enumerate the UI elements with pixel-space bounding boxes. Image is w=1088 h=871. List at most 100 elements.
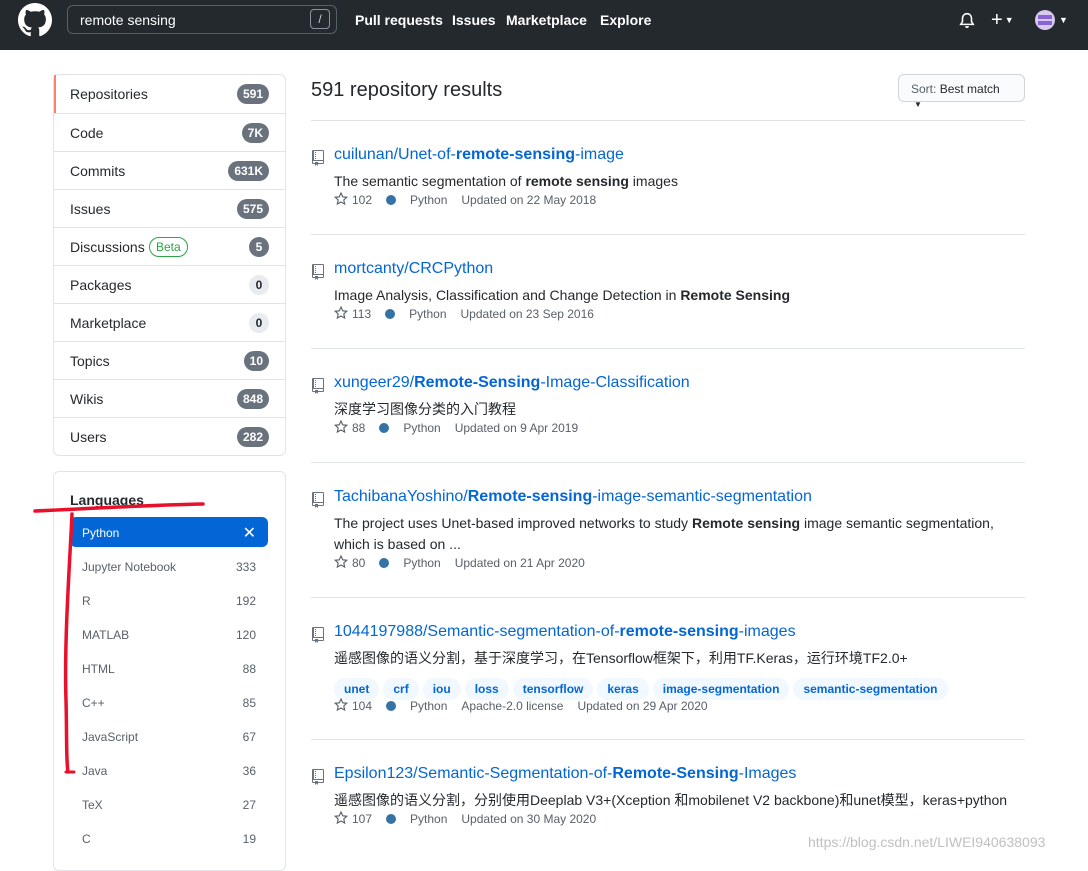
language-filter-matlab[interactable]: MATLAB 120 [70, 619, 268, 649]
count-badge: 10 [243, 351, 269, 371]
stargazers-link[interactable]: 104 [333, 697, 372, 713]
repo-title-part: -Image-Classification [540, 374, 690, 391]
sidebar-item-discussions[interactable]: Discussions Beta 5 [54, 227, 285, 265]
language-name: Python [410, 812, 448, 826]
language-name: Python [409, 307, 447, 321]
sidebar-item-label: Marketplace [70, 315, 147, 331]
star-icon [333, 191, 349, 206]
topic-tag[interactable]: tensorflow [512, 678, 594, 700]
repo-title-link[interactable]: 1044197988/Semantic-segmentation-of-remo… [334, 623, 796, 641]
repo-title-link[interactable]: TachibanaYoshino/Remote-sensing-image-se… [334, 488, 812, 506]
clear-filter-icon[interactable]: ✕ [243, 523, 256, 543]
repo-updated: Updated on 9 Apr 2019 [454, 421, 579, 435]
stargazers-link[interactable]: 102 [333, 191, 372, 207]
stargazers-link[interactable]: 88 [333, 419, 365, 435]
language-color-dot [385, 309, 396, 319]
sidebar-item-marketplace[interactable]: Marketplace 0 [54, 303, 285, 341]
repo-description-part: images [628, 173, 678, 189]
stargazers-link[interactable]: 113 [333, 305, 371, 321]
repo-description: 遥感图像的语义分割，分别使用Deeplab V3+(Xception 和mobi… [334, 790, 1026, 811]
language-filter-c[interactable]: C 19 [70, 823, 268, 853]
sidebar-item-repositories[interactable]: Repositories 591 [54, 75, 285, 113]
topic-tag[interactable]: image-segmentation [652, 678, 790, 700]
user-menu-button[interactable]: ▼ [1034, 9, 1068, 36]
repo-title-part: TachibanaYoshino/ [334, 488, 468, 505]
topic-tag[interactable]: iou [422, 678, 461, 700]
stargazers-link[interactable]: 107 [333, 810, 372, 826]
language-name: HTML [82, 662, 115, 676]
repo-title-link[interactable]: xungeer29/Remote-Sensing-Image-Classific… [334, 374, 690, 392]
divider [311, 597, 1025, 598]
sidebar-item-commits[interactable]: Commits 631K [54, 151, 285, 189]
language-name: Python [403, 556, 441, 570]
language-filter-python[interactable]: Python ✕ [70, 517, 268, 547]
language-filter-java[interactable]: Java 36 [70, 755, 268, 785]
repo-description-part: The semantic segmentation of [334, 173, 526, 189]
language-color-dot [386, 701, 397, 711]
language-color-dot [379, 558, 390, 568]
repo-title-link[interactable]: cuilunan/Unet-of-remote-sensing-image [334, 146, 624, 164]
star-icon [333, 697, 349, 712]
repo-title-part: -image-semantic-segmentation [592, 488, 812, 505]
stargazers-link[interactable]: 80 [333, 554, 365, 570]
language-color-dot [379, 423, 390, 433]
language-count: 333 [235, 560, 256, 574]
sidebar-item-topics[interactable]: Topics 10 [54, 341, 285, 379]
language-filter-html[interactable]: HTML 88 [70, 653, 268, 683]
repo-title-part: remote-sensing [619, 623, 739, 640]
sidebar-item-users[interactable]: Users 282 [54, 417, 285, 455]
sidebar-item-label: Code [70, 125, 104, 141]
repo-description: 深度学习图像分类的入门教程 [334, 399, 1026, 420]
star-icon [333, 305, 349, 320]
repo-icon [312, 378, 324, 394]
sidebar-item-packages[interactable]: Packages 0 [54, 265, 285, 303]
nav-marketplace[interactable]: Marketplace [506, 12, 587, 28]
language-filter-tex[interactable]: TeX 27 [70, 789, 268, 819]
topic-tag[interactable]: unet [334, 678, 380, 700]
repo-title-part: Remote-sensing [467, 488, 593, 505]
topic-tag[interactable]: loss [464, 678, 509, 700]
language-count: 120 [235, 628, 256, 642]
repo-title-part: Remote-Sensing [414, 374, 541, 391]
repo-title-link[interactable]: mortcanty/CRCPython [334, 260, 493, 278]
caret-down-icon: ▼ [914, 100, 922, 109]
repo-title-part: remote-sensing [455, 146, 575, 163]
sidebar-item-issues[interactable]: Issues 575 [54, 189, 285, 227]
sidebar-item-label: Commits [70, 163, 126, 179]
language-name: C++ [82, 696, 105, 710]
repo-description: The semantic segmentation of remote sens… [334, 171, 1026, 192]
bell-icon[interactable] [958, 12, 976, 30]
sidebar-item-code[interactable]: Code 7K [54, 113, 285, 151]
plus-icon: + [991, 9, 1003, 31]
language-filter-r[interactable]: R 192 [70, 585, 268, 615]
sort-dropdown[interactable]: Sort: Best match ▼ [898, 74, 1025, 109]
count-badge: 5 [249, 237, 269, 257]
repo-icon [312, 150, 324, 166]
language-filter-javascript[interactable]: JavaScript 67 [70, 721, 268, 751]
language-filter-c-[interactable]: C++ 85 [70, 687, 268, 717]
search-type-menu: Repositories 591 Code 7K Commits 631K Issues 57… [53, 74, 286, 456]
repo-title-link[interactable]: Epsilon123/Semantic-Segmentation-of-Remo… [334, 765, 796, 783]
repo-description-part: Image Analysis, Classification and Chang… [334, 287, 681, 303]
search-input[interactable]: remote sensing [67, 5, 337, 34]
watermark: https://blog.csdn.net/LIWEI940638093 [808, 834, 1046, 850]
topic-tag[interactable]: crf [383, 678, 419, 700]
language-filter-jupyter-notebook[interactable]: Jupyter Notebook 333 [70, 551, 268, 581]
repo-meta: 113 Python Updated on 23 Sep 2016 [333, 305, 608, 321]
create-new-button[interactable]: + ▼ [991, 9, 1014, 31]
repo-description-part: The project uses Unet-based improved net… [334, 515, 692, 531]
repo-description-part: 遥感图像的语义分割，分别使用Deeplab V3+(Xception 和mobi… [334, 792, 1008, 808]
sidebar-item-wikis[interactable]: Wikis 848 [54, 379, 285, 417]
count-badge: 7K [241, 123, 269, 143]
nav-issues[interactable]: Issues [452, 12, 496, 28]
topic-tag[interactable]: semantic-segmentation [793, 678, 948, 700]
topic-tag[interactable]: keras [597, 678, 649, 700]
github-logo-icon[interactable] [18, 3, 52, 37]
language-name: Python [403, 421, 441, 435]
nav-pull-requests[interactable]: Pull requests [355, 12, 443, 28]
star-icon [333, 419, 349, 434]
sidebar-item-label: Topics [70, 353, 110, 369]
repo-icon [312, 264, 324, 280]
nav-explore[interactable]: Explore [600, 12, 651, 28]
language-count: 88 [242, 662, 256, 676]
